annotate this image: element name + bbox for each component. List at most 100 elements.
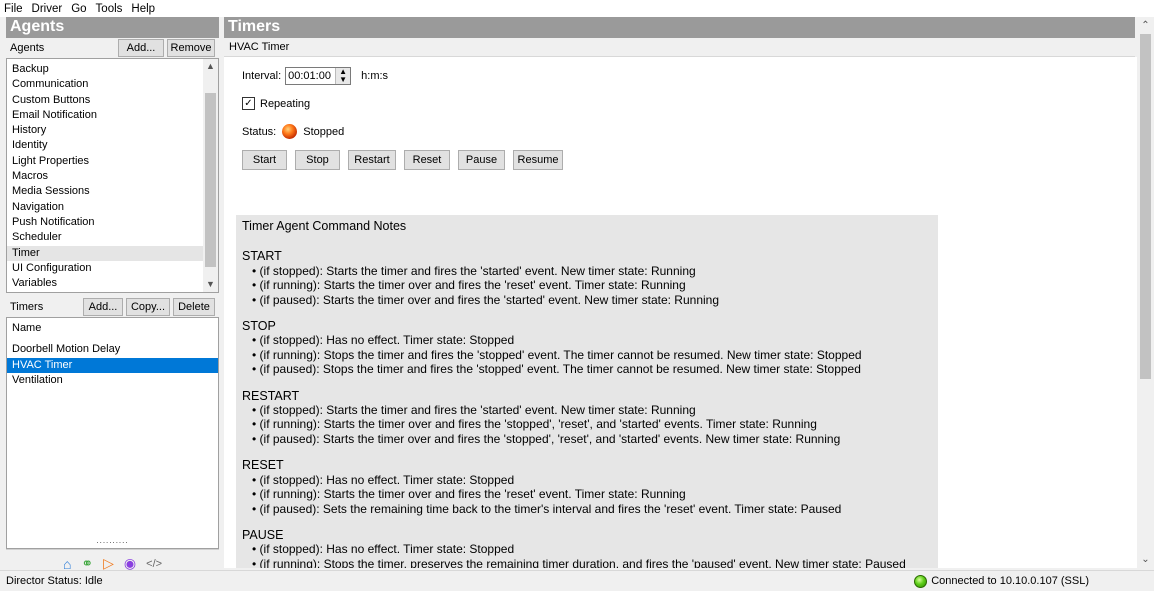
- notes-section-list: (if stopped): Has no effect. Timer state…: [242, 473, 932, 516]
- breadcrumb: HVAC Timer: [224, 38, 1135, 57]
- timers-panel-title: Timers: [224, 17, 1135, 38]
- status-value: Stopped: [303, 125, 345, 138]
- agent-list-item[interactable]: Communication: [7, 77, 218, 92]
- menu-driver[interactable]: Driver: [32, 3, 63, 15]
- timer-list-item[interactable]: Ventilation: [7, 373, 218, 388]
- remove-agent-button[interactable]: Remove: [167, 39, 215, 57]
- notes-section-heading: STOP: [242, 319, 276, 334]
- notes-line: (if running): Starts the timer over and …: [252, 487, 932, 501]
- agent-list-item[interactable]: History: [7, 123, 218, 138]
- connected-light-icon: [914, 574, 928, 588]
- notes-line: (if stopped): Has no effect. Timer state…: [252, 473, 932, 487]
- agents-toolbar: Agents Add... Remove: [6, 38, 219, 58]
- repeating-label: Repeating: [260, 97, 311, 110]
- notes-section-list: (if stopped): Starts the timer and fires…: [242, 264, 932, 307]
- main-panel: Timers HVAC Timer Interval: 00:01:00 ▲ ▼ …: [224, 17, 1154, 568]
- agent-list-item[interactable]: Backup: [7, 62, 218, 77]
- agent-list-item[interactable]: Scheduler: [7, 230, 218, 245]
- scroll-thumb[interactable]: [205, 93, 216, 267]
- pause-button[interactable]: Pause: [458, 150, 505, 170]
- reset-button[interactable]: Reset: [404, 150, 450, 170]
- resume-button[interactable]: Resume: [513, 150, 563, 170]
- agent-list-item[interactable]: Email Notification: [7, 108, 218, 123]
- notes-section-list: (if stopped): Starts the timer and fires…: [242, 403, 932, 446]
- notes-section-list: (if stopped): Has no effect. Timer state…: [242, 542, 932, 568]
- add-agent-button[interactable]: Add...: [118, 39, 164, 57]
- interval-label: Interval:: [242, 69, 282, 82]
- notes-line: (if running): Stops the timer and fires …: [252, 348, 932, 362]
- main-scrollbar[interactable]: ⌃ ⌄: [1137, 17, 1154, 568]
- agent-list-item[interactable]: Push Notification: [7, 215, 218, 230]
- agent-list-item[interactable]: Media Sessions: [7, 184, 218, 199]
- notes-section-heading: PAUSE: [242, 527, 284, 542]
- notes-section-heading: START: [242, 249, 282, 264]
- timer-command-buttons: Start Stop Restart Reset Pause Resume: [242, 150, 1137, 170]
- timer-list-item[interactable]: Doorbell Motion Delay: [7, 342, 218, 357]
- interval-input[interactable]: 00:01:00: [286, 67, 336, 84]
- repeating-row: ✓ Repeating: [242, 94, 1137, 113]
- left-panel: Agents Agents Add... Remove Backup Commun…: [6, 17, 219, 577]
- agent-list-item[interactable]: Light Properties: [7, 154, 218, 169]
- add-timer-button[interactable]: Add...: [83, 298, 123, 316]
- connection-status: Connected to 10.10.0.107 (SSL): [914, 574, 1089, 588]
- agent-list-item[interactable]: Identity: [7, 138, 218, 153]
- agents-list[interactable]: Backup Communication Custom Buttons Email N…: [6, 58, 219, 293]
- timers-label: Timers: [10, 301, 44, 313]
- notes-line: (if stopped): Starts the timer and fires…: [252, 264, 932, 278]
- agent-list-item[interactable]: Macros: [7, 169, 218, 184]
- code-icon[interactable]: </>: [146, 558, 162, 570]
- notes-line: (if paused): Starts the timer over and f…: [252, 293, 932, 307]
- notes-line: (if running): Stops the timer, preserves…: [252, 557, 932, 568]
- scroll-up-icon[interactable]: ▲: [203, 59, 218, 74]
- agent-list-item[interactable]: UI Configuration: [7, 261, 218, 276]
- timer-list-item[interactable]: HVAC Timer: [7, 357, 218, 373]
- scroll-thumb[interactable]: [1140, 34, 1151, 379]
- scroll-up-icon[interactable]: ⌃: [1137, 17, 1154, 34]
- agent-list-item[interactable]: Custom Buttons: [7, 93, 218, 108]
- status-row: Status: Stopped: [242, 122, 1137, 141]
- notes-line: (if running): Starts the timer over and …: [252, 278, 932, 292]
- status-label: Status:: [242, 125, 277, 138]
- start-button[interactable]: Start: [242, 150, 287, 170]
- agent-list-item[interactable]: Navigation: [7, 200, 218, 215]
- interval-unit: h:m:s: [361, 69, 389, 82]
- agent-list-item[interactable]: Timer: [7, 245, 218, 261]
- interval-row: Interval: 00:01:00 ▲ ▼ h:m:s: [242, 66, 1137, 85]
- copy-timer-button[interactable]: Copy...: [126, 298, 170, 316]
- menu-tools[interactable]: Tools: [96, 3, 123, 15]
- menu-file[interactable]: File: [4, 3, 23, 15]
- scroll-down-icon[interactable]: ▼: [203, 277, 218, 292]
- timers-toolbar: Timers Add... Copy... Delete: [6, 297, 219, 317]
- splitter-grip[interactable]: ..........: [7, 537, 218, 546]
- stepper-arrows-icon[interactable]: ▲ ▼: [335, 67, 351, 84]
- scroll-down-icon[interactable]: ⌄: [1137, 551, 1154, 568]
- connection-text: Connected to 10.10.0.107 (SSL): [931, 575, 1089, 587]
- agent-list-item[interactable]: Variables: [7, 276, 218, 291]
- menu-help[interactable]: Help: [131, 3, 155, 15]
- restart-button[interactable]: Restart: [348, 150, 396, 170]
- delete-timer-button[interactable]: Delete: [173, 298, 215, 316]
- notes-line: (if stopped): Has no effect. Timer state…: [252, 542, 932, 556]
- menu-go[interactable]: Go: [71, 3, 86, 15]
- command-notes: Timer Agent Command Notes START(if stopp…: [236, 215, 938, 568]
- notes-line: (if stopped): Starts the timer and fires…: [252, 403, 932, 417]
- notes-section-heading: RESET: [242, 458, 284, 473]
- notes-line: (if stopped): Has no effect. Timer state…: [252, 333, 932, 347]
- notes-line: (if paused): Sets the remaining time bac…: [252, 502, 932, 516]
- status-bar: Director Status: Idle Connected to 10.10…: [0, 570, 1154, 591]
- interval-stepper[interactable]: 00:01:00 ▲ ▼: [285, 66, 352, 85]
- agents-list-scrollbar[interactable]: ▲ ▼: [203, 59, 218, 292]
- agents-label: Agents: [10, 42, 45, 54]
- timers-list[interactable]: Name Doorbell Motion Delay HVAC Timer Vent…: [6, 317, 219, 549]
- timers-column-header[interactable]: Name: [7, 321, 218, 336]
- notes-line: (if paused): Starts the timer over and f…: [252, 432, 932, 446]
- agents-panel-title: Agents: [6, 17, 219, 38]
- status-light-icon: [282, 124, 298, 139]
- timer-detail: Interval: 00:01:00 ▲ ▼ h:m:s ✓ Repeating …: [224, 57, 1137, 568]
- stop-button[interactable]: Stop: [295, 150, 340, 170]
- repeating-checkbox[interactable]: ✓: [242, 97, 255, 110]
- notes-line: (if paused): Stops the timer and fires t…: [252, 362, 932, 376]
- notes-section-list: (if stopped): Has no effect. Timer state…: [242, 333, 932, 376]
- menu-bar: File Driver Go Tools Help: [0, 0, 1154, 17]
- notes-title: Timer Agent Command Notes: [242, 219, 407, 233]
